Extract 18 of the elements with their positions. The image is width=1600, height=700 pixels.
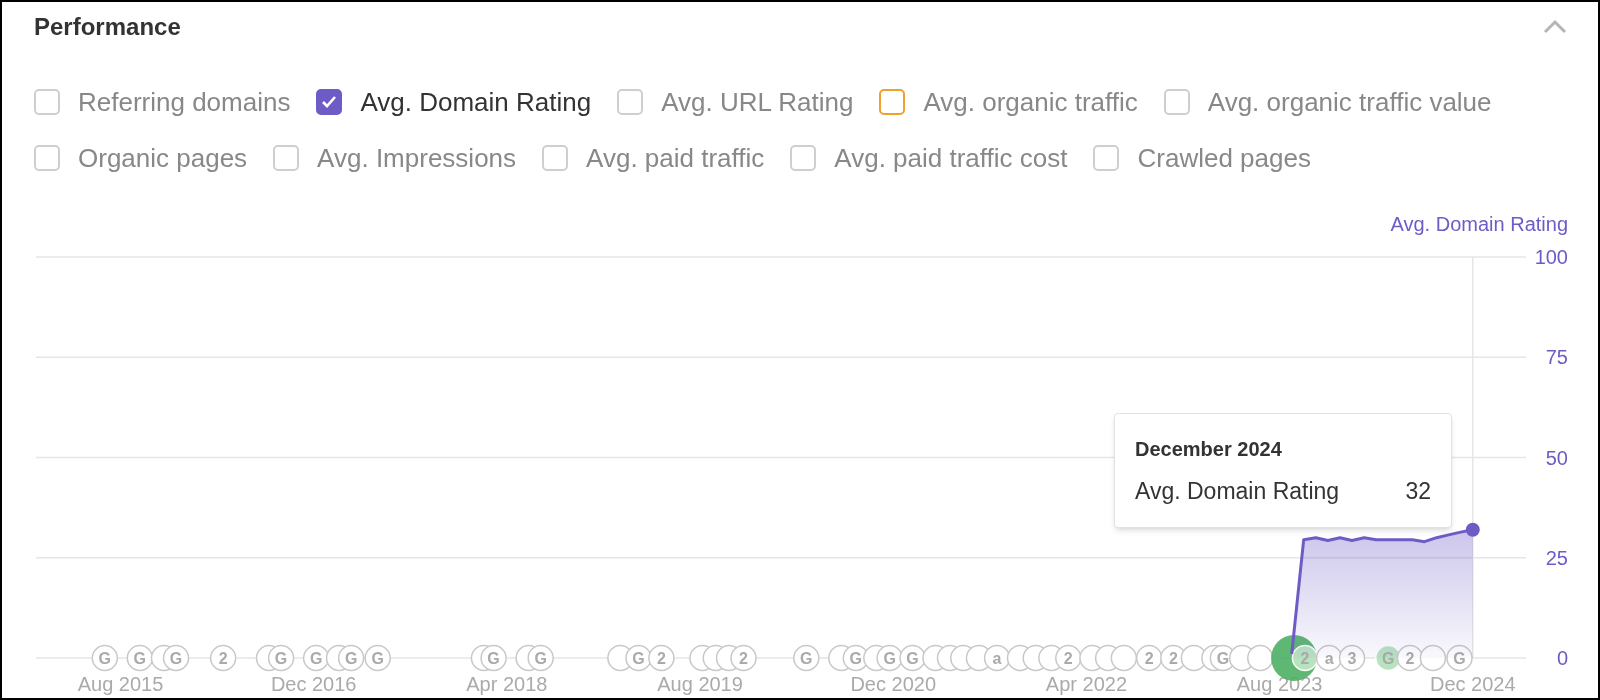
x-axis-label: Aug 2023 [1236, 673, 1323, 695]
panel-title: Performance [34, 12, 181, 42]
x-axis-label: Dec 2024 [1429, 673, 1516, 695]
y-axis-label: 25 [1545, 546, 1568, 569]
tooltip-value: 32 [1405, 477, 1431, 506]
x-axis-label: Aug 2019 [657, 673, 743, 695]
x-axis-label: Aug 2015 [77, 673, 164, 695]
tooltip-label: Avg. Domain Rating [1135, 477, 1340, 506]
y-axis-label: 50 [1545, 446, 1568, 469]
x-axis-label: Dec 2020 [850, 673, 937, 695]
y-axis-label: 100 [1534, 246, 1568, 268]
tooltip-title: December 2024 [1135, 437, 1283, 462]
y-axis-label: 0 [1556, 647, 1568, 669]
x-axis-label: Apr 2018 [466, 673, 548, 695]
x-axis-label: Apr 2022 [1045, 673, 1127, 695]
y-axis-label: 75 [1545, 346, 1568, 369]
x-axis-label: Dec 2016 [270, 673, 357, 695]
series-name: Avg. Domain Rating [1390, 213, 1568, 235]
